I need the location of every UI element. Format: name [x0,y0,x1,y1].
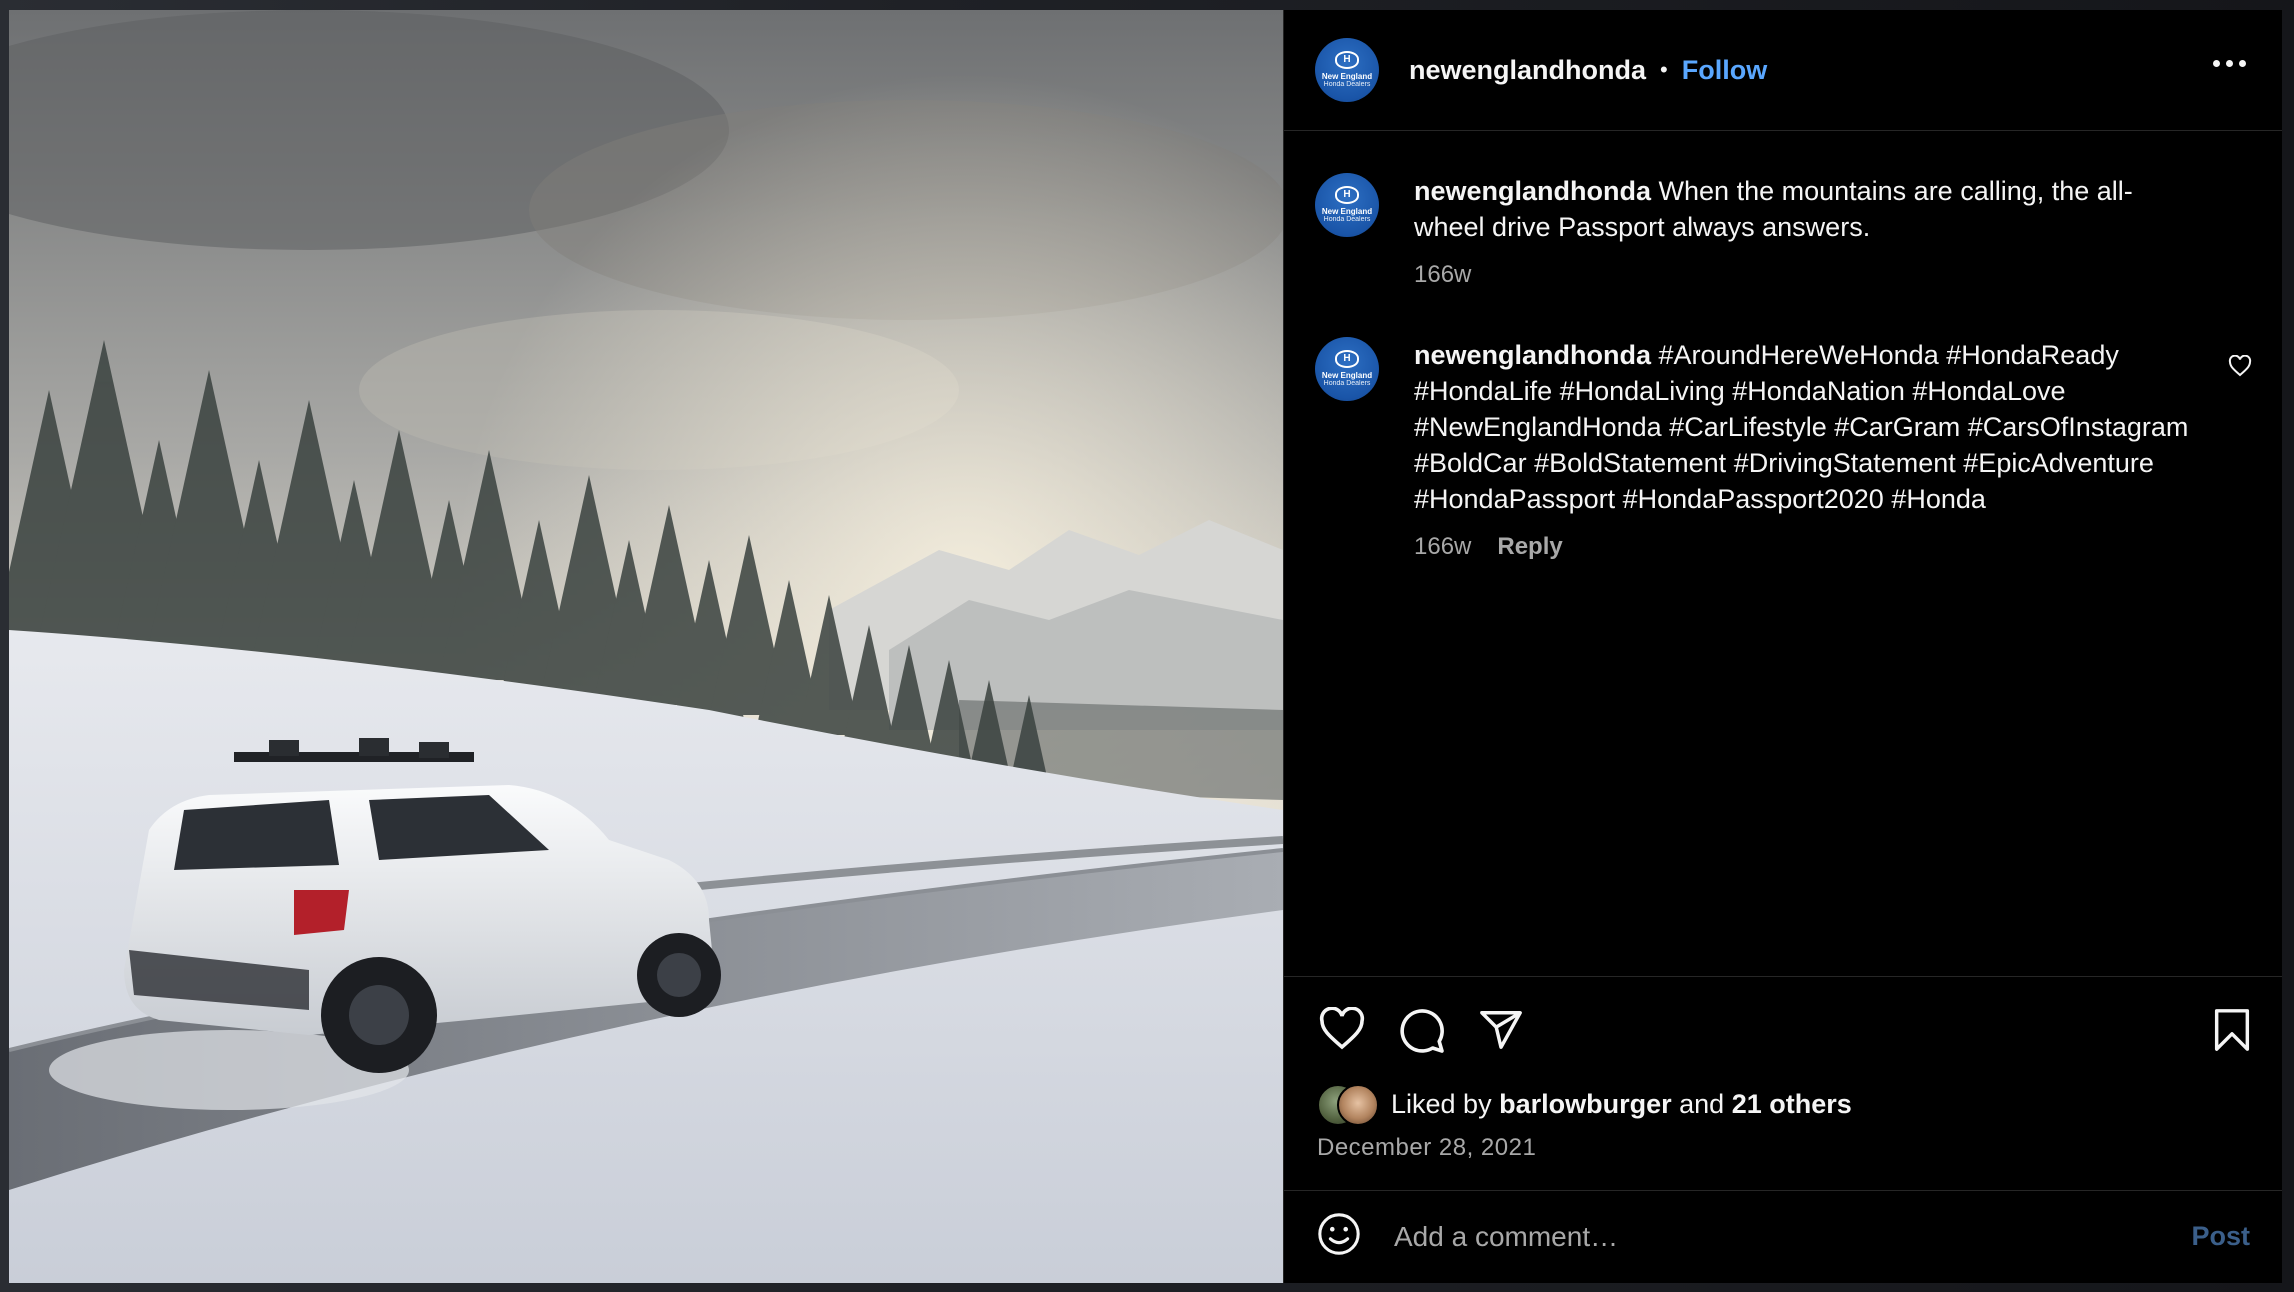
add-comment-bar: Post [1284,1190,2282,1283]
more-options-icon[interactable] [2213,60,2246,67]
caption-meta: 166w [1414,257,2194,293]
comment-username[interactable]: newenglandhonda [1414,340,1651,370]
post-details-pane: H New England Honda Dealers newenglandho… [1283,10,2282,1283]
likes-prefix: Liked by [1391,1088,1492,1119]
more-dot [2226,60,2233,67]
caption-age[interactable]: 166w [1414,257,1471,293]
avatar-text-line1: New England [1321,371,1373,380]
caption-avatar[interactable]: H New England Honda Dealers [1315,173,1379,237]
post-header: H New England Honda Dealers newenglandho… [1284,10,2282,131]
heart-icon[interactable] [1318,1006,1366,1060]
liker-username[interactable]: barlowburger [1499,1089,1672,1120]
emoji-icon[interactable] [1316,1211,1362,1262]
avatar-text-line2: Honda Dealers [1323,380,1371,387]
avatar-text-line1: New England [1321,207,1373,216]
post-actions: Liked by barlowburger and 21 others Dece… [1284,976,2282,1191]
header-separator: • [1660,57,1668,82]
avatar-text-line1: New England [1321,72,1373,81]
account-avatar[interactable]: H New England Honda Dealers [1315,38,1379,102]
comment-item: H New England Honda Dealers newenglandho… [1315,337,2252,565]
reply-button[interactable]: Reply [1497,529,1562,565]
more-dot [2239,60,2246,67]
post-date[interactable]: December 28, 2021 [1317,1134,1536,1162]
follow-button[interactable]: Follow [1682,55,1767,86]
bookmark-icon[interactable] [2212,1007,2252,1058]
caption-body: newenglandhonda When the mountains are c… [1414,173,2194,293]
likes-others-link[interactable]: 21 others [1732,1089,1852,1120]
more-dot [2213,60,2220,67]
avatar-text-line2: Honda Dealers [1323,81,1371,88]
honda-logo-icon: H [1335,350,1359,368]
share-icon[interactable] [1478,1007,1524,1060]
liker-avatar [1337,1084,1379,1126]
comment-avatar[interactable]: H New England Honda Dealers [1315,337,1379,401]
post-comment-button[interactable]: Post [2191,1221,2250,1252]
honda-logo-icon: H [1335,51,1359,69]
post-modal: H New England Honda Dealers newenglandho… [9,10,2282,1283]
comment-icon[interactable] [1398,1007,1446,1060]
likes-conjunction: and [1679,1088,1725,1119]
action-icons [1318,1006,1524,1060]
post-image[interactable] [9,10,1283,1283]
comments-list[interactable]: H New England Honda Dealers newenglandho… [1284,131,2282,976]
comment-like-heart-icon[interactable] [2228,354,2252,382]
likes-summary: Liked by barlowburger and 21 others [1317,1084,1852,1126]
avatar-text-line2: Honda Dealers [1323,216,1371,223]
likers-avatars[interactable] [1317,1084,1379,1126]
comment-meta: 166w Reply [1414,529,2194,565]
caption-username[interactable]: newenglandhonda [1414,176,1651,206]
post-photo [9,10,1283,1283]
header-username[interactable]: newenglandhonda [1409,55,1646,86]
honda-logo-icon: H [1335,186,1359,204]
caption-item: H New England Honda Dealers newenglandho… [1315,173,2252,293]
comment-age[interactable]: 166w [1414,529,1471,565]
comment-body: newenglandhonda #AroundHereWeHonda #Hond… [1414,337,2194,565]
comment-input[interactable] [1392,1219,2156,1254]
